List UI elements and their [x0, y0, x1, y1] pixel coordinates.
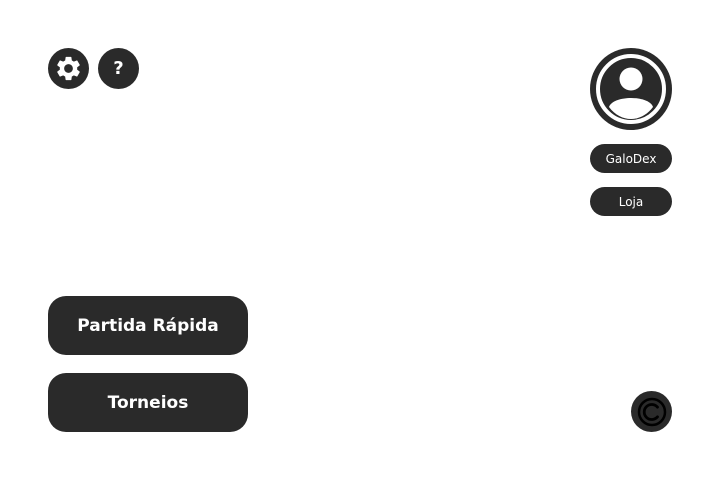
gear-icon: [57, 56, 80, 81]
quick-match-button[interactable]: Partida Rápida: [48, 296, 248, 355]
help-icon: ?: [113, 57, 124, 79]
user-avatar-icon: [590, 48, 672, 130]
shop-label: Loja: [618, 194, 644, 209]
shop-button[interactable]: Loja: [590, 187, 672, 216]
help-button[interactable]: ?: [98, 48, 139, 89]
tournaments-button[interactable]: Torneios: [48, 373, 248, 432]
quick-match-label: Partida Rápida: [77, 315, 219, 336]
galodex-label: GaloDex: [605, 151, 657, 166]
profile-avatar-button[interactable]: [590, 48, 672, 130]
copyright-icon: [637, 397, 666, 426]
settings-button[interactable]: [48, 48, 89, 89]
credits-button[interactable]: [631, 391, 672, 432]
galodex-button[interactable]: GaloDex: [590, 144, 672, 173]
tournaments-label: Torneios: [107, 392, 189, 413]
